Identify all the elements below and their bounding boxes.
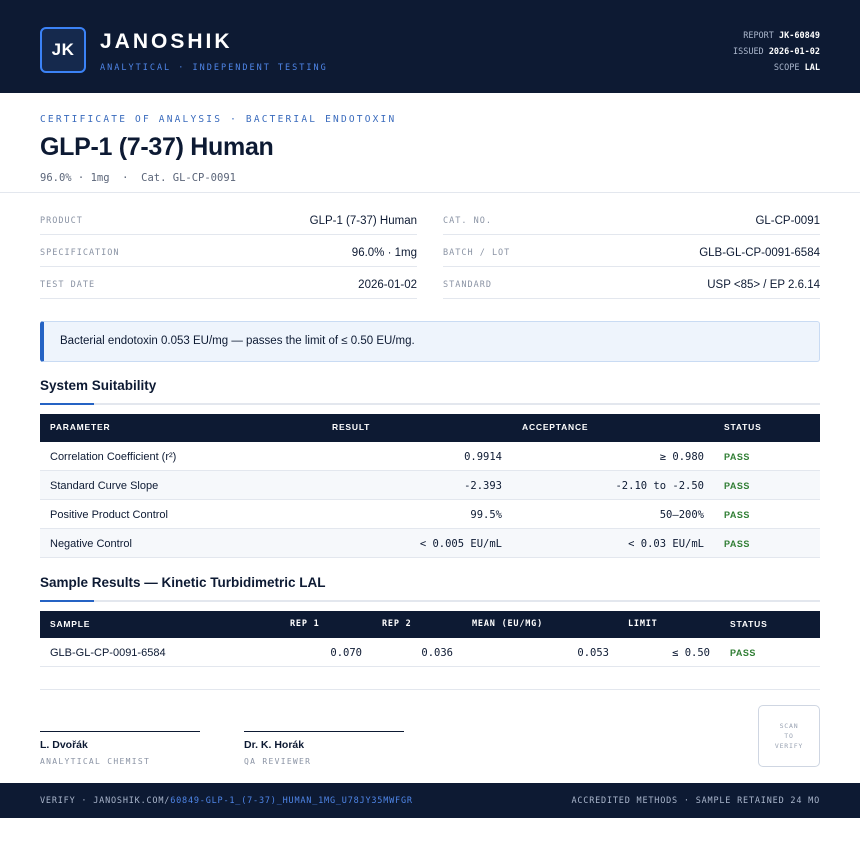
signature-line bbox=[40, 731, 200, 732]
report-meta: REPORT JK-60849 ISSUED 2026-01-02 SCOPE … bbox=[733, 28, 820, 76]
table-row: Standard Curve Slope -2.393 -2.10 to -2.… bbox=[40, 471, 820, 500]
product-subline: 96.0% · 1mg · Cat. GL-CP-0091 bbox=[40, 172, 236, 184]
signature-line bbox=[244, 731, 404, 732]
info-cat-no: CAT. NO. GL-CP-0091 bbox=[443, 203, 820, 235]
report-header: JK JANOSHIK ANALYTICAL · INDEPENDENT TES… bbox=[0, 0, 860, 93]
section-title-samples: Sample Results — Kinetic Turbidimetric L… bbox=[40, 575, 326, 590]
column-header-parameter: PARAMETER bbox=[50, 422, 111, 432]
issued-date: 2026-01-02 bbox=[768, 47, 820, 57]
result-summary-callout: Bacterial endotoxin 0.053 EU/mg — passes… bbox=[40, 321, 820, 362]
column-header-limit: LIMIT bbox=[628, 619, 658, 629]
column-header-mean: MEAN (EU/MG) bbox=[472, 619, 544, 629]
table-row: Positive Product Control 99.5% 50–200% P… bbox=[40, 500, 820, 529]
column-header-status: STATUS bbox=[724, 422, 762, 432]
certificate-kicker: CERTIFICATE OF ANALYSIS · BACTERIAL ENDO… bbox=[40, 114, 397, 125]
footer-accreditation: ACCREDITED METHODS · SAMPLE RETAINED 24 … bbox=[571, 796, 820, 806]
result-summary-text: Bacterial endotoxin 0.053 EU/mg — passes… bbox=[60, 335, 415, 347]
verify-link[interactable]: 60849-GLP-1_(7-37)_HUMAN_1MG_U78JY35MWFG… bbox=[170, 796, 413, 806]
qr-code-verify[interactable]: SCAN TO VERIFY bbox=[758, 705, 820, 767]
section-rule bbox=[40, 600, 820, 602]
suitability-table-header: PARAMETER RESULT ACCEPTANCE STATUS bbox=[40, 414, 820, 442]
samples-table-header: SAMPLE REP 1 REP 2 MEAN (EU/MG) LIMIT ST… bbox=[40, 611, 820, 638]
column-header-acceptance: ACCEPTANCE bbox=[522, 422, 589, 432]
page-title: GLP-1 (7-37) Human bbox=[40, 133, 274, 161]
column-header-rep1: REP 1 bbox=[290, 619, 320, 629]
table-row: Negative Control < 0.005 EU/mL < 0.03 EU… bbox=[40, 529, 820, 558]
issued-line: ISSUED 2026-01-02 bbox=[732, 47, 820, 57]
table-row: GLB-GL-CP-0091-6584 0.070 0.036 0.053 ≤ … bbox=[40, 638, 820, 667]
title-divider bbox=[0, 192, 860, 193]
column-header-result: RESULT bbox=[332, 422, 371, 432]
report-footer: VERIFY · JANOSHIK.COM/60849-GLP-1_(7-37)… bbox=[0, 783, 860, 818]
brand-name: JANOSHIK bbox=[100, 30, 233, 53]
info-batch-lot: BATCH / LOT GLB-GL-CP-0091-6584 bbox=[443, 235, 820, 267]
report-id-line: REPORT JK-60849 bbox=[743, 31, 820, 41]
status-badge: PASS bbox=[724, 510, 750, 520]
section-title-suitability: System Suitability bbox=[40, 378, 157, 393]
report-id: JK-60849 bbox=[779, 31, 820, 41]
logo-badge: JK bbox=[40, 27, 86, 73]
signatory-name: L. Dvořák bbox=[40, 739, 88, 751]
info-test-date: TEST DATE 2026-01-02 bbox=[40, 267, 417, 299]
signature-divider bbox=[40, 689, 820, 690]
column-header-status: STATUS bbox=[730, 619, 768, 629]
info-product: PRODUCT GLP-1 (7-37) Human bbox=[40, 203, 417, 235]
status-badge: PASS bbox=[730, 648, 756, 658]
status-badge: PASS bbox=[724, 452, 750, 462]
scope-value: LAL bbox=[804, 63, 820, 73]
column-header-sample: SAMPLE bbox=[50, 619, 91, 629]
signatory-role: QA REVIEWER bbox=[244, 757, 312, 766]
status-badge: PASS bbox=[724, 481, 750, 491]
info-specification: SPECIFICATION 96.0% · 1mg bbox=[40, 235, 417, 267]
status-badge: PASS bbox=[724, 539, 750, 549]
column-header-rep2: REP 2 bbox=[382, 619, 412, 629]
info-standard: STANDARD USP <85> / EP 2.6.14 bbox=[443, 267, 820, 299]
signatory-name: Dr. K. Horák bbox=[244, 739, 305, 751]
section-rule bbox=[40, 403, 820, 405]
brand-tagline: ANALYTICAL · INDEPENDENT TESTING bbox=[100, 63, 328, 73]
signatory-role: ANALYTICAL CHEMIST bbox=[40, 757, 151, 766]
verify-line: VERIFY · JANOSHIK.COM/60849-GLP-1_(7-37)… bbox=[40, 796, 413, 806]
scope-line: SCOPE LAL bbox=[773, 63, 820, 73]
table-row: Correlation Coefficient (r²) 0.9914 ≥ 0.… bbox=[40, 442, 820, 471]
